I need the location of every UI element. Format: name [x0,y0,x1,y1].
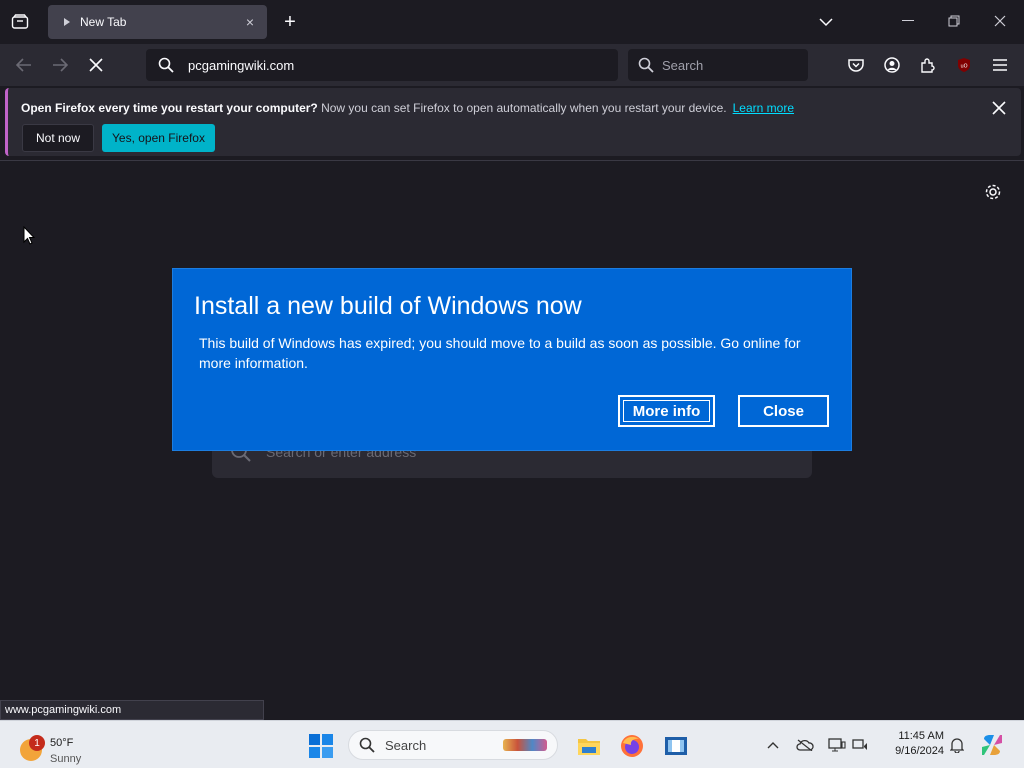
url-bar[interactable]: pcgamingwiki.com [146,49,618,81]
windows-expired-dialog: Install a new build of Windows now This … [172,268,852,451]
svg-text:uO: uO [960,64,967,70]
status-url: www.pcgamingwiki.com [0,700,264,720]
taskbar-clock[interactable]: 11:45 AM 9/16/2024 [880,729,944,759]
stop-loading-icon[interactable] [82,52,110,78]
not-now-button[interactable]: Not now [22,124,94,152]
menu-icon[interactable] [988,53,1012,77]
onedrive-icon[interactable] [796,736,814,754]
tab-title: New Tab [80,15,127,29]
nav-bar: pcgamingwiki.com Search uO [0,44,1024,86]
loading-icon [60,15,74,29]
list-all-tabs-icon[interactable] [814,10,838,34]
ublock-origin-icon[interactable]: uO [952,53,976,77]
notification-close-icon[interactable] [989,98,1009,118]
weather-widget[interactable]: 1 50°F Sunny [20,729,160,765]
dialog-title: Install a new build of Windows now [194,292,582,320]
tab-strip: New Tab × + [0,0,1024,44]
forward-arrow-icon[interactable] [46,52,74,78]
clock-time: 11:45 AM [898,730,944,742]
dialog-body: This build of Windows has expired; you s… [199,335,801,371]
pocket-icon[interactable] [844,53,868,77]
tab-new-tab[interactable]: New Tab × [48,5,267,39]
learn-more-link[interactable]: Learn more [733,101,794,115]
mouse-cursor-icon [23,225,36,246]
weather-temp: 50°F [50,737,74,749]
weather-condition: Sunny [50,753,82,765]
file-explorer-icon[interactable] [576,733,602,759]
account-icon[interactable] [880,53,904,77]
taskbar-search[interactable]: Search [348,730,558,760]
firefox-view-icon[interactable] [6,10,34,34]
more-info-button[interactable]: More info [618,395,715,427]
notification-bell-icon[interactable] [948,736,966,754]
firefox-icon[interactable] [619,733,645,759]
notification-text: Now you can set Firefox to open automati… [317,101,727,115]
search-highlight-icon [503,739,547,751]
copilot-icon[interactable] [980,733,1004,757]
gear-icon[interactable] [982,181,1004,203]
taskbar: 1 50°F Sunny Search 11:45 AM 9/16/2024 [0,720,1024,768]
windows-start-icon[interactable] [308,733,334,759]
url-text[interactable]: pcgamingwiki.com [188,58,294,73]
search-bar[interactable]: Search [628,49,808,81]
close-button[interactable]: Close [738,395,829,427]
taskbar-search-label: Search [385,737,427,753]
default-browser-notification: Open Firefox every time you restart your… [5,88,1021,156]
network-sound-icon[interactable] [852,736,870,754]
search-icon [638,57,654,73]
search-icon [359,737,375,753]
extensions-icon[interactable] [916,53,940,77]
search-icon [158,57,174,73]
minimize-icon[interactable] [888,6,928,36]
content-divider [0,160,1024,161]
search-placeholder: Search [662,57,704,73]
restore-icon[interactable] [934,6,974,36]
yes-open-firefox-button[interactable]: Yes, open Firefox [102,124,215,152]
notification-bold-text: Open Firefox every time you restart your… [21,101,318,115]
clock-date: 9/16/2024 [895,745,944,757]
show-hidden-icons-icon[interactable] [764,736,782,754]
new-tab-button[interactable]: + [278,10,302,34]
weather-badge: 1 [29,735,45,751]
tab-close-icon[interactable]: × [239,11,261,33]
window-close-icon[interactable] [980,6,1020,36]
notification-message: Open Firefox every time you restart your… [21,101,794,115]
remote-app-icon[interactable] [663,733,689,759]
back-arrow-icon[interactable] [10,52,38,78]
display-icon[interactable] [828,736,846,754]
